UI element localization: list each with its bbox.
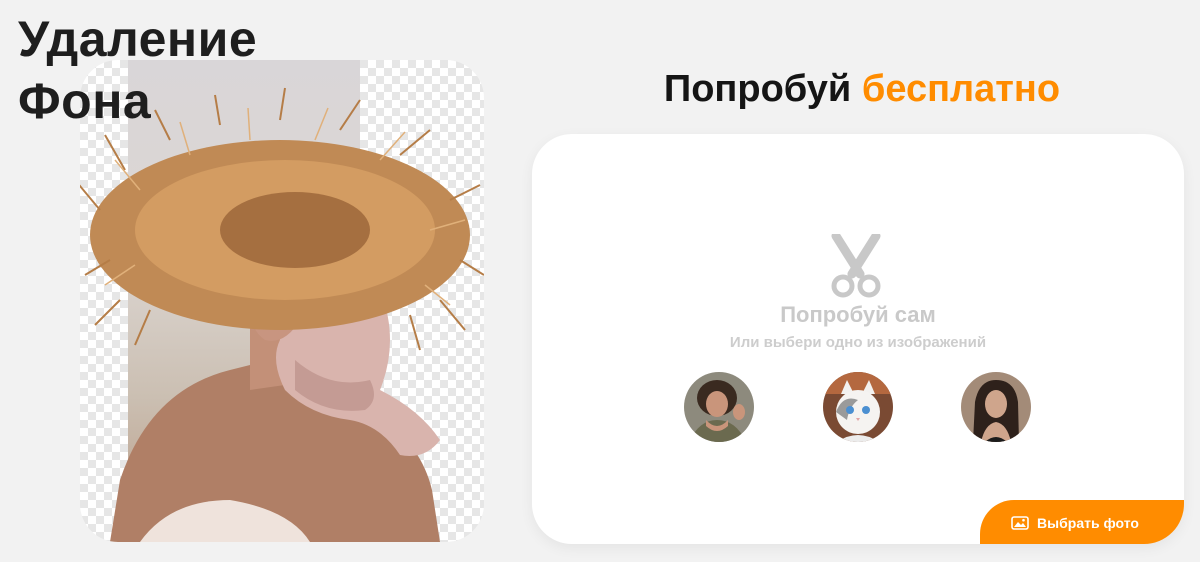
example-photo-card [80,60,484,542]
try-free-accent: бесплатно [861,68,1061,110]
title-line-1: Удаление [18,11,258,67]
woman-in-straw-hat-image [80,87,484,542]
upload-drop-zone[interactable]: Попробуй сам Или выбери одно из изображе… [532,134,1184,544]
title-line-2: Фона [18,73,152,129]
sample-woman-dark-image [961,372,1031,442]
page-title: Удаление Фона [18,8,257,132]
sample-woman-curly[interactable] [684,372,754,442]
try-free-heading: Попробуй бесплатно [532,68,1192,111]
choose-sample-hint: Или выбери одно из изображений [729,334,987,351]
choose-photo-button[interactable]: Выбрать фото [980,500,1184,544]
choose-photo-label: Выбрать фото [1037,515,1139,531]
sample-cat[interactable] [823,372,893,442]
sample-cat-image [823,372,893,442]
sample-woman-curly-image [684,372,754,442]
sample-woman-dark[interactable] [961,372,1031,442]
try-free-main: Попробуй [663,68,852,110]
image-icon [1011,516,1029,530]
scissors-icon [831,234,881,298]
try-yourself-label: Попробуй сам [780,302,936,327]
